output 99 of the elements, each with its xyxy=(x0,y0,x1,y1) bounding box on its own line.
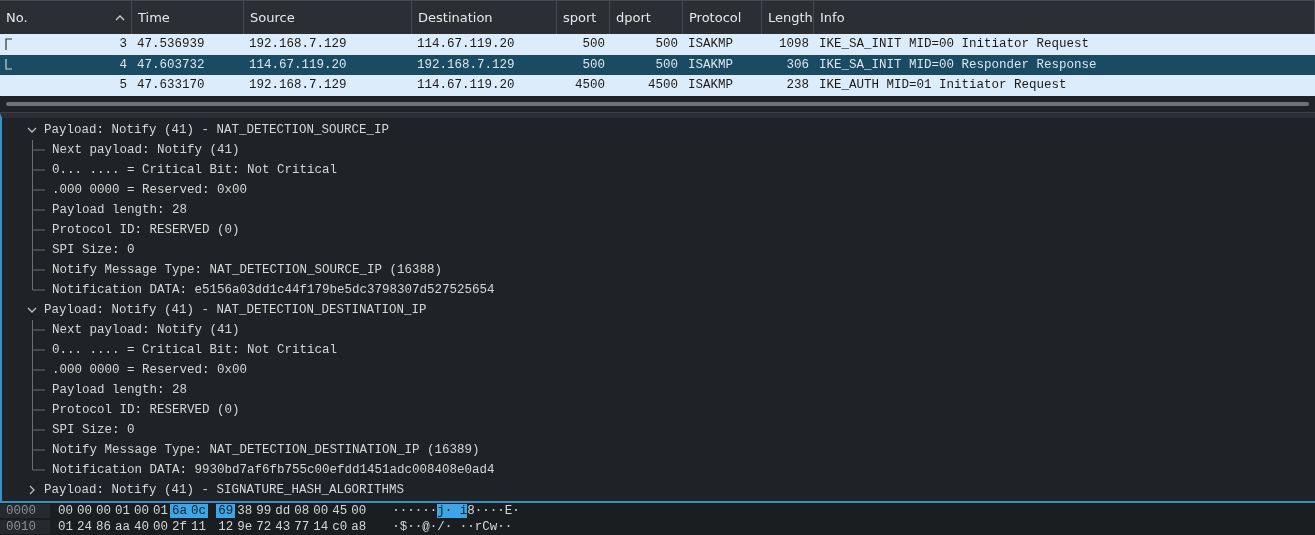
hex-byte[interactable]: 12 xyxy=(216,520,236,534)
table-cell-text: 47.633170 xyxy=(136,78,206,93)
tree-item[interactable]: Protocol ID: RESERVED (0) xyxy=(52,402,240,417)
tree-connector-line xyxy=(32,339,46,360)
hex-byte[interactable]: 38 xyxy=(235,504,255,518)
tree-item[interactable]: SPI Size: 0 xyxy=(52,242,135,257)
table-cell-text: 1098 xyxy=(778,37,810,52)
hex-byte[interactable]: 01 xyxy=(56,520,75,534)
hex-byte[interactable]: 00 xyxy=(311,504,331,518)
hex-byte[interactable]: 9e xyxy=(235,520,255,534)
tree-item[interactable]: Payload length: 28 xyxy=(52,202,188,217)
table-cell-text: 192.168.7.129 xyxy=(416,57,516,72)
tree-connector-line xyxy=(32,399,46,420)
hex-byte[interactable]: 00 xyxy=(349,504,369,518)
hex-byte[interactable]: 2f xyxy=(170,520,190,534)
sort-ascending-icon xyxy=(115,15,125,21)
table-cell-text: 500 xyxy=(654,57,679,72)
hex-byte[interactable]: 40 xyxy=(132,520,152,534)
scrollbar-thumb[interactable] xyxy=(6,101,1309,106)
tree-connector-line xyxy=(32,239,46,260)
hex-byte[interactable]: 14 xyxy=(311,520,331,534)
tree-connector-line xyxy=(32,379,46,400)
hex-offset: 0000 xyxy=(0,504,50,518)
tree-connector-line xyxy=(32,179,46,200)
hex-byte[interactable]: 11 xyxy=(189,520,209,534)
tree-item[interactable]: Payload length: 28 xyxy=(52,382,188,397)
table-cell-text: 114.67.119.20 xyxy=(248,57,348,72)
tree-connector-line xyxy=(32,419,46,440)
hex-byte[interactable]: c0 xyxy=(330,520,350,534)
tree-item[interactable]: Next payload: Notify (41) xyxy=(52,142,240,157)
hex-byte[interactable]: 0c xyxy=(189,504,209,518)
packet-row[interactable]: 5 47.633170 192.168.7.129 114.67.119.20 4500 4500 ISAKMP 238 IKE_AUTH MID=01 Initiator Request xyxy=(0,75,1315,96)
table-cell-text: IKE_AUTH MID=01 Initiator Request xyxy=(818,78,1068,93)
tree-item[interactable]: .000 0000 = Reserved: 0x00 xyxy=(52,182,248,197)
hex-byte[interactable]: 00 xyxy=(132,504,152,518)
tree-item[interactable]: Protocol ID: RESERVED (0) xyxy=(52,222,240,237)
tree-connector-line xyxy=(32,159,46,180)
hex-byte[interactable]: 43 xyxy=(273,520,293,534)
table-cell-text: 500 xyxy=(581,37,606,52)
ascii-text: ·$··@·/· ··rCw·· xyxy=(392,520,513,534)
hex-byte[interactable]: 77 xyxy=(292,520,312,534)
hex-byte[interactable]: 00 xyxy=(151,520,171,534)
tree-item[interactable]: 0... .... = Critical Bit: Not Critical xyxy=(52,162,338,177)
table-cell-text: 47.536939 xyxy=(136,37,206,52)
table-cell-text: IKE_SA_INIT MID=00 Initiator Request xyxy=(818,37,1091,52)
tree-item[interactable]: Notification DATA: e5156a03dd1c44f179be5dc3798307d527525654 xyxy=(52,282,495,297)
hex-byte[interactable]: 00 xyxy=(94,504,114,518)
table-cell-text: 238 xyxy=(785,78,810,93)
table-cell-text: 5 xyxy=(118,78,128,93)
table-cell-text: 192.168.7.129 xyxy=(248,37,348,52)
table-cell: 4 xyxy=(0,57,132,72)
tree-item[interactable]: Next payload: Notify (41) xyxy=(52,322,240,337)
hex-byte[interactable]: 00 xyxy=(56,504,75,518)
table-cell-text: 4500 xyxy=(574,78,606,93)
hex-byte[interactable]: a8 xyxy=(349,520,369,534)
hex-byte[interactable]: 00 xyxy=(75,504,95,518)
ascii-text: ······j· i8····E· xyxy=(392,504,520,518)
hex-byte[interactable]: 01 xyxy=(151,504,171,518)
table-cell-text: ISAKMP xyxy=(687,78,734,93)
table-cell-text: 47.603732 xyxy=(136,57,206,72)
tree-item[interactable]: Notification DATA: 9930bd7af6fb755c00efdd1451adc008408e0ad4 xyxy=(52,462,495,477)
table-cell-text: ISAKMP xyxy=(687,57,734,72)
tree-node[interactable]: Payload: Notify (41) - SIGNATURE_HASH_ALGORITHMS xyxy=(2,479,1315,500)
tree-node[interactable]: Payload: Notify (41) - NAT_DETECTION_DESTINATION_IP xyxy=(2,299,1315,320)
table-cell-text: ISAKMP xyxy=(687,37,734,52)
hex-byte[interactable]: 01 xyxy=(113,504,133,518)
tree-item[interactable]: 0... .... = Critical Bit: Not Critical xyxy=(52,342,338,357)
hex-byte[interactable]: 08 xyxy=(292,504,312,518)
tree-item[interactable]: SPI Size: 0 xyxy=(52,422,135,437)
hex-byte[interactable]: 24 xyxy=(75,520,95,534)
tree-item[interactable]: Notify Message Type: NAT_DETECTION_DESTINATION_IP (16389) xyxy=(52,442,480,457)
table-cell-text: 114.67.119.20 xyxy=(416,37,516,52)
tree-connector-line xyxy=(32,139,46,160)
table-cell: 3 xyxy=(0,37,132,52)
hex-byte[interactable]: 6a xyxy=(170,504,190,518)
packet-row[interactable]: 3 47.536939 192.168.7.129 114.67.119.20 500 500 ISAKMP 1098 IKE_SA_INIT MID=00 Initiator Request xyxy=(0,34,1315,55)
table-cell-text: 306 xyxy=(785,57,810,72)
packet-row[interactable]: 4 47.603732 114.67.119.20 192.168.7.129 500 500 ISAKMP 306 IKE_SA_INIT MID=00 Responder Response xyxy=(0,54,1315,75)
tree-node[interactable]: Payload: Notify (41) - NAT_DETECTION_SOURCE_IP xyxy=(2,119,1315,140)
tree-item[interactable]: .000 0000 = Reserved: 0x00 xyxy=(52,362,248,377)
table-cell-text: 114.67.119.20 xyxy=(416,78,516,93)
table-cell-text: IKE_SA_INIT MID=00 Responder Response xyxy=(818,57,1098,72)
tree-connector-line xyxy=(32,199,46,220)
table-cell-text: 500 xyxy=(654,37,679,52)
hex-byte[interactable]: 99 xyxy=(254,504,274,518)
hex-byte[interactable]: 72 xyxy=(254,520,274,534)
hex-offset: 0010 xyxy=(0,520,50,534)
hex-byte[interactable]: aa xyxy=(113,520,133,534)
table-cell-text: 192.168.7.129 xyxy=(248,78,348,93)
tree-connector-line xyxy=(32,219,46,240)
hex-byte[interactable]: dd xyxy=(273,504,293,518)
hex-byte[interactable]: 45 xyxy=(330,504,350,518)
table-cell-text: 4500 xyxy=(647,78,679,93)
hex-byte[interactable]: 69 xyxy=(216,504,236,518)
hex-byte[interactable]: 86 xyxy=(94,520,114,534)
tree-item[interactable]: Notify Message Type: NAT_DETECTION_SOURCE_IP (16388) xyxy=(52,262,443,277)
tree-connector-line xyxy=(32,319,46,340)
table-cell-text: 500 xyxy=(581,57,606,72)
tree-connector-line xyxy=(32,359,46,380)
